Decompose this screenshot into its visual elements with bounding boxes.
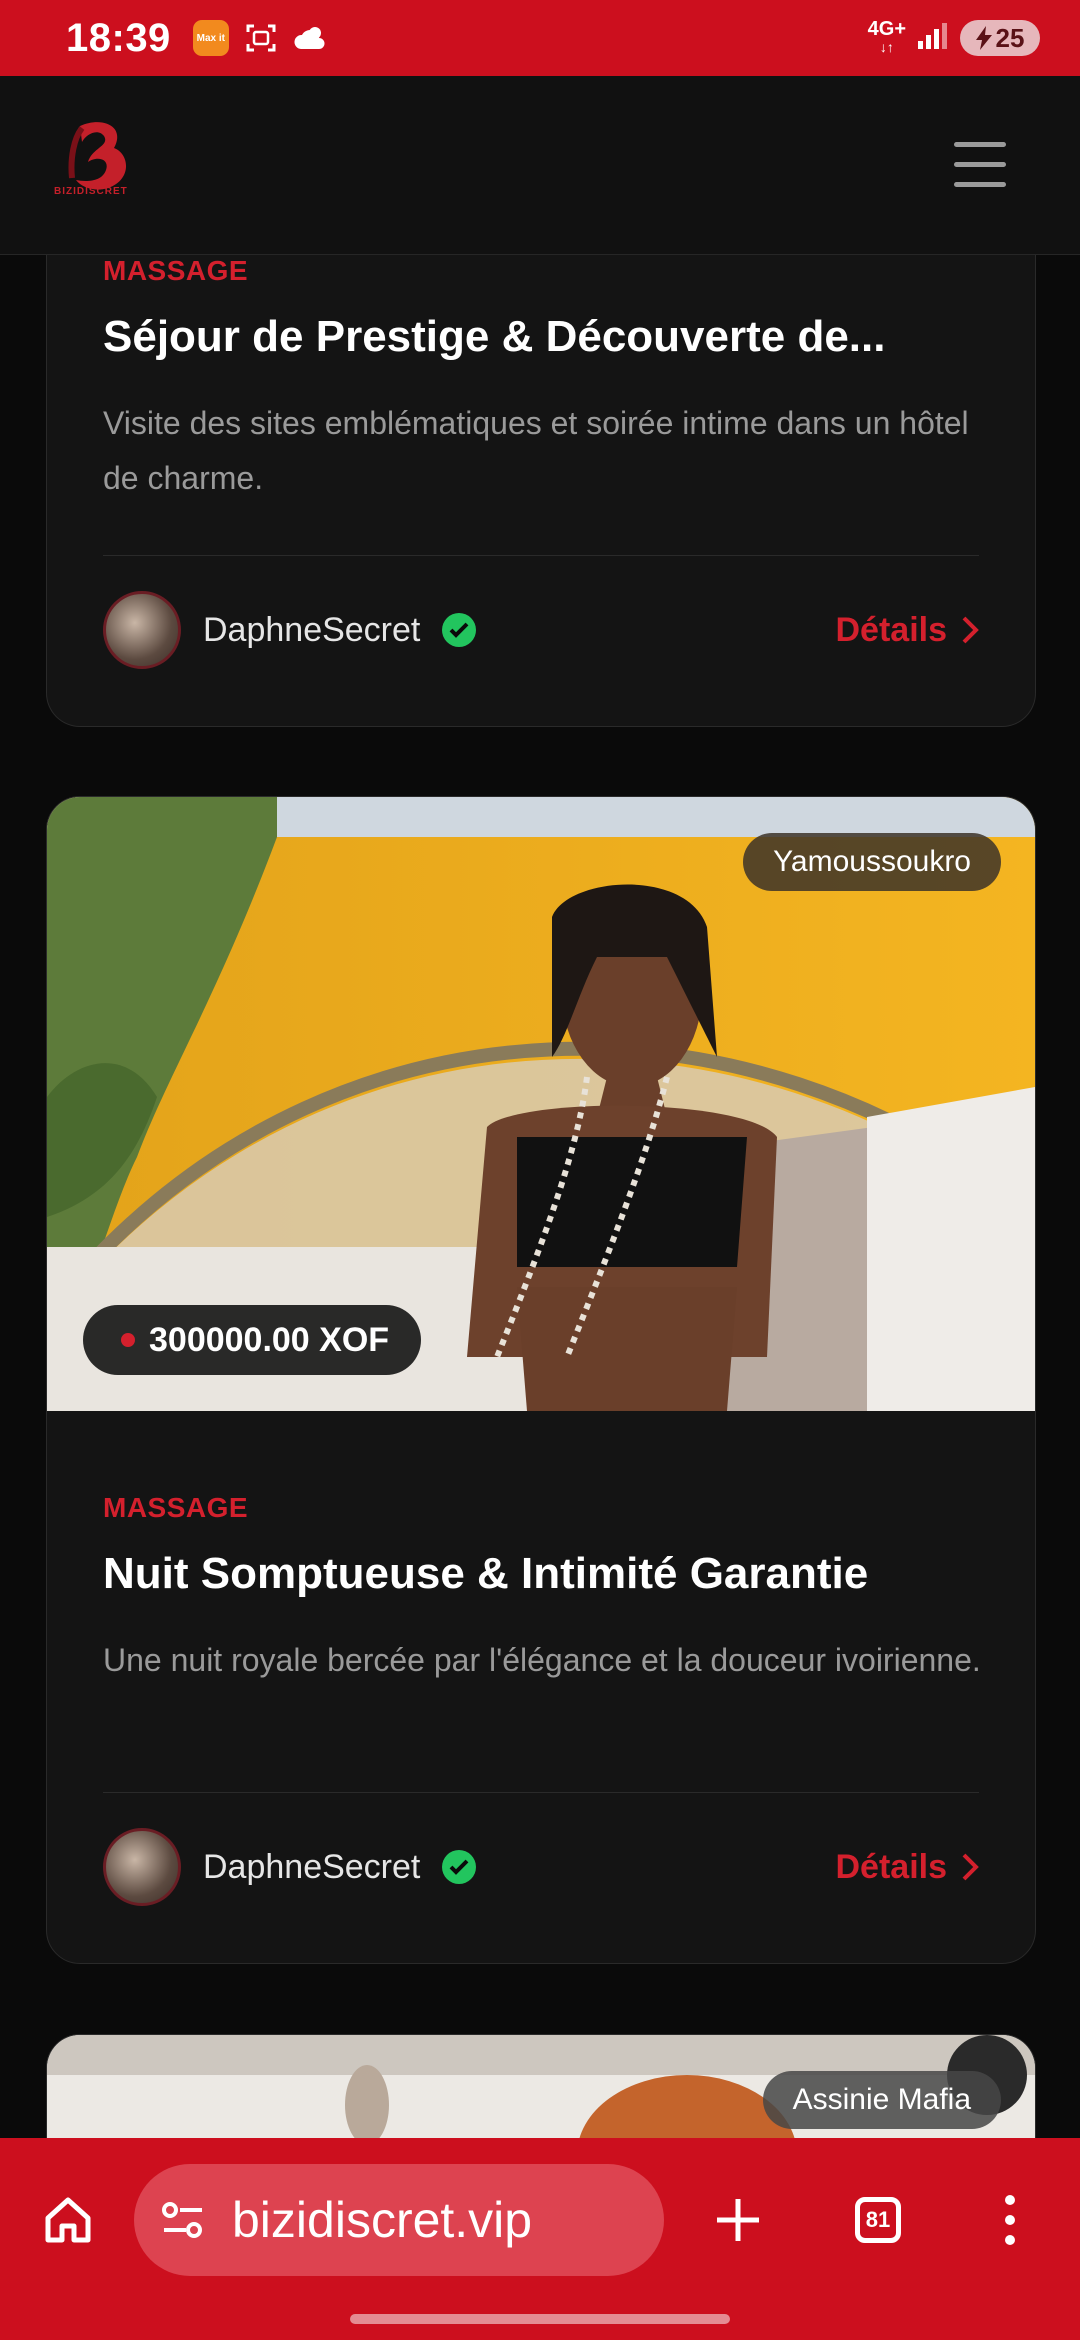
signal-icon: [916, 21, 950, 56]
screenshot-icon: [243, 20, 279, 56]
card-author-row: DaphneSecret Détails: [103, 590, 979, 670]
listing-card[interactable]: Yamoussoukro 300000.00 XOF MASSAGE Nuit …: [46, 796, 1036, 1964]
card-image[interactable]: Yamoussoukro 300000.00 XOF: [47, 797, 1035, 1411]
details-label: Détails: [835, 610, 948, 649]
network-type: 4G+ ↓↑: [867, 18, 906, 55]
hamburger-menu-button[interactable]: [954, 142, 1006, 188]
listing-card[interactable]: MASSAGE Séjour de Prestige & Découverte …: [46, 200, 1036, 727]
card-divider: [103, 1792, 979, 1793]
bizidiscret-logo[interactable]: [52, 118, 142, 218]
logo-text: BIZIDISCRET: [54, 186, 128, 197]
notification-icons: Max it: [192, 20, 329, 56]
home-icon: [45, 2197, 91, 2243]
city-badge: Assinie Mafia: [762, 2071, 1001, 2129]
browser-toolbar: bizidiscret.vip 81: [0, 2138, 1080, 2340]
author-avatar[interactable]: [103, 1828, 181, 1906]
plus-icon: [717, 2199, 759, 2241]
system-icons: 4G+ ↓↑ 25: [867, 18, 1040, 56]
new-tab-button[interactable]: [700, 2182, 776, 2258]
price-value: 300000.00 XOF: [149, 1320, 390, 1359]
charging-icon: [975, 26, 992, 50]
city-badge: Yamoussoukro: [743, 833, 1001, 891]
weather-icon: [293, 20, 329, 56]
address-bar[interactable]: bizidiscret.vip: [134, 2164, 664, 2276]
verified-icon: [442, 1850, 477, 1884]
author-name[interactable]: DaphneSecret: [203, 611, 420, 650]
card-title[interactable]: Séjour de Prestige & Découverte de...: [103, 312, 983, 362]
battery-indicator: 25: [960, 20, 1040, 56]
site-settings-icon[interactable]: [160, 2197, 206, 2243]
card-description: Une nuit royale bercée par l'élégance et…: [103, 1642, 981, 1678]
tab-count: 81: [855, 2197, 901, 2243]
overflow-menu-button[interactable]: [980, 2182, 1040, 2258]
card-category: MASSAGE: [103, 255, 249, 286]
gesture-bar[interactable]: [350, 2314, 730, 2324]
home-button[interactable]: [30, 2182, 106, 2258]
details-link[interactable]: Détails: [836, 611, 980, 650]
more-vert-icon: [1005, 2195, 1015, 2245]
details-label: Détails: [835, 1847, 948, 1886]
price-dot-icon: [121, 1333, 135, 1347]
author-name[interactable]: DaphneSecret: [203, 1848, 420, 1887]
card-title[interactable]: Nuit Somptueuse & Intimité Garantie: [103, 1549, 983, 1599]
chevron-right-icon: [962, 1853, 979, 1881]
verified-icon: [442, 613, 477, 647]
status-bar: 18:39 Max it 4G+ ↓↑ 25: [0, 0, 1080, 76]
author-avatar[interactable]: [103, 591, 181, 669]
battery-level: 25: [995, 22, 1025, 53]
url-text[interactable]: bizidiscret.vip: [232, 2191, 532, 2249]
maxit-app-icon: Max it: [192, 20, 229, 56]
details-link[interactable]: Détails: [836, 1848, 980, 1887]
tab-switcher-button[interactable]: 81: [840, 2182, 916, 2258]
status-time: 18:39: [66, 15, 171, 60]
chevron-right-icon: [962, 616, 979, 644]
card-description: Visite des sites emblématiques et soirée…: [103, 405, 969, 496]
price-badge: 300000.00 XOF: [83, 1305, 422, 1375]
card-author-row: DaphneSecret Détails: [103, 1827, 979, 1907]
card-category: MASSAGE: [103, 1492, 249, 1523]
site-header: BIZIDISCRET: [0, 76, 1080, 255]
card-divider: [103, 555, 979, 556]
